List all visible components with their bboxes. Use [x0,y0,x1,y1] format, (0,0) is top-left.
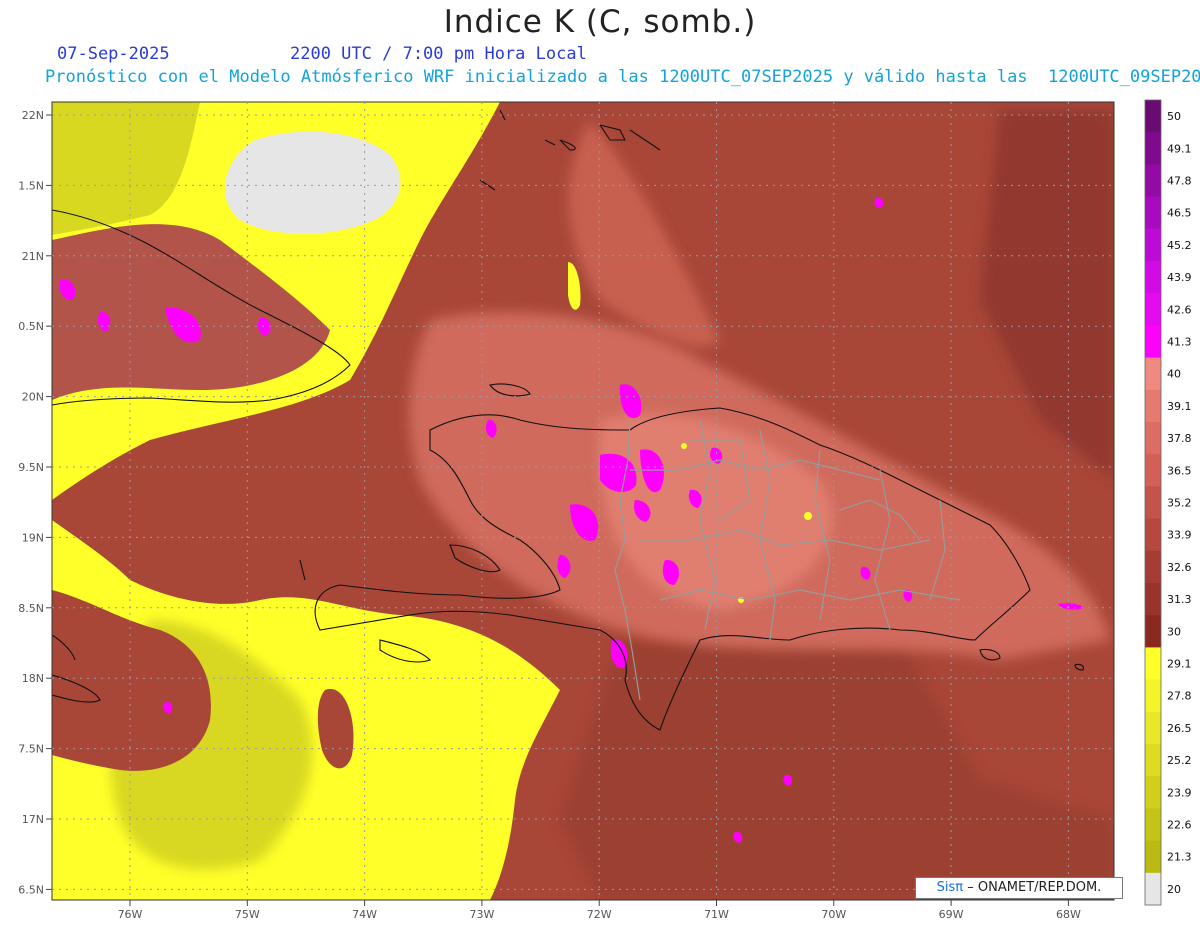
lat-tick-label: 21N [22,250,44,263]
colorbar-label: 22.6 [1167,819,1192,832]
lon-tick-label: 76W [118,908,143,921]
lat-tick-label: 22N [22,109,44,122]
colorbar-label: 29.1 [1167,658,1192,671]
lon-tick-label: 71W [704,908,729,921]
colorbar-swatch [1145,744,1161,777]
colorbar-label: 25.2 [1167,754,1192,767]
colorbar-label: 43.9 [1167,271,1192,284]
lon-tick-label: 75W [235,908,260,921]
map-figure: 22N 1.5N 21N 0.5N 20N 9.5N 19N 8.5N 18N 7.5N 17N 6.… [18,99,1192,921]
lat-tick-label: 1.5N [18,179,44,192]
colorbar-label: 40 [1167,368,1181,381]
colorbar-swatch [1145,615,1161,648]
credit-text: – ONAMET/REP.DOM. [967,880,1102,895]
credit-box: Sisπ – ONAMET/REP.DOM. [915,877,1123,899]
colorbar-swatch [1145,357,1161,391]
field-missing-data [224,131,401,234]
colorbar-swatch [1145,164,1161,198]
colorbar-swatch [1145,422,1161,455]
colorbar-swatch [1145,389,1161,423]
colorbar-label: 27.8 [1167,690,1192,703]
colorbar-label: 45.2 [1167,239,1192,252]
lat-tick-label: 17N [22,813,44,826]
colorbar-swatch [1145,132,1161,165]
lon-tick-label: 74W [352,908,377,921]
lon-tick-label: 73W [469,908,494,921]
longitude-labels: 76W 75W 74W 73W 72W 71W 70W 69W 68W [118,900,1081,921]
colorbar-label: 50 [1167,110,1181,123]
colorbar-swatch [1145,100,1161,133]
colorbar-label: 39.1 [1167,400,1192,413]
colorbar-label: 23.9 [1167,786,1192,799]
colorbar-swatch [1145,711,1161,745]
lat-tick-label: 9.5N [18,461,44,474]
lon-tick-label: 72W [587,908,612,921]
colorbar-swatch [1145,808,1161,842]
colorbar-label: 30 [1167,625,1181,638]
colorbar-label: 49.1 [1167,142,1192,155]
lat-tick-label: 8.5N [18,602,44,615]
colorbar-swatch [1145,647,1161,681]
colorbar-swatch [1145,196,1161,230]
colorbar-label: 33.9 [1167,529,1192,542]
colorbar-label: 35.2 [1167,497,1192,510]
colorbar-swatch [1145,583,1161,616]
colorbar-swatch [1145,679,1161,713]
colorbar-swatch [1145,486,1161,520]
lat-tick-label: 19N [22,531,44,544]
colorbar-label: 41.3 [1167,336,1192,349]
lon-tick-label: 69W [939,908,964,921]
latitude-labels: 22N 1.5N 21N 0.5N 20N 9.5N 19N 8.5N 18N 7.5N 17N 6.… [18,109,52,896]
colorbar-swatch [1145,840,1161,874]
lat-tick-label: 6.5N [18,883,44,896]
colorbar-label: 37.8 [1167,432,1192,445]
lat-tick-label: 18N [22,672,44,685]
lat-tick-label: 7.5N [18,743,44,756]
colorbar-swatch [1145,454,1161,487]
lat-tick-label: 20N [22,391,44,404]
colorbar-label: 20 [1167,883,1181,896]
colorbar-label: 47.8 [1167,175,1192,188]
colorbar-swatch [1145,228,1161,262]
lon-tick-label: 68W [1056,908,1081,921]
colorbar-label: 46.5 [1167,207,1192,220]
colorbar-swatch [1145,776,1161,809]
colorbar-label: 36.5 [1167,464,1192,477]
colorbar: 50 49.1 47.8 46.5 45.2 43.9 42.6 41.3 40 39.1 37.8… [1144,99,1192,906]
lon-tick-label: 70W [821,908,846,921]
colorbar-label: 42.6 [1167,303,1192,316]
lat-tick-label: 0.5N [18,320,44,333]
colorbar-label: 21.3 [1167,851,1192,864]
colorbar-label: 32.6 [1167,561,1192,574]
colorbar-swatch [1145,325,1161,359]
colorbar-label: 26.5 [1167,722,1192,735]
credit-brand: Sisπ [936,880,964,895]
colorbar-swatch [1145,518,1161,552]
colorbar-swatch [1145,261,1161,294]
colorbar-swatch [1145,293,1161,326]
colorbar-swatch [1145,872,1161,906]
map-field [52,102,1114,900]
colorbar-swatch [1145,550,1161,584]
colorbar-label: 31.3 [1167,593,1192,606]
